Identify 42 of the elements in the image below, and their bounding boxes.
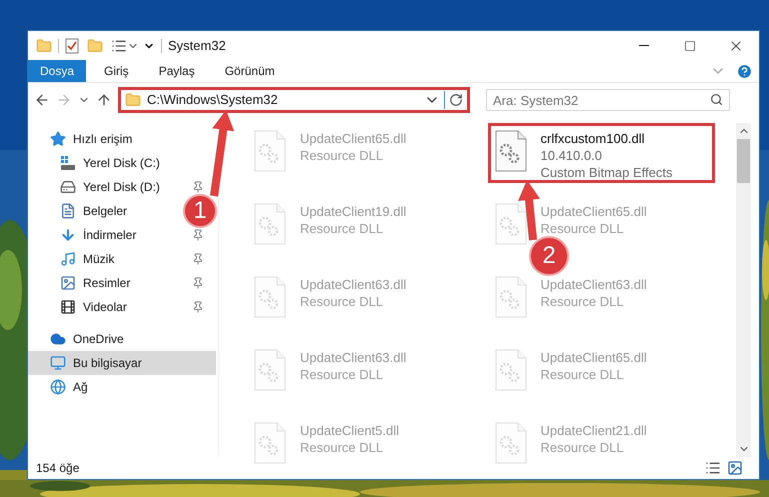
file-detail: Resource DLL — [300, 147, 384, 164]
file-detail: Resource DLL — [300, 293, 384, 310]
file-detail: Custom Bitmap Effects — [540, 164, 672, 181]
file-detail: Resource DLL — [540, 293, 625, 310]
address-path: C:\Windows\System32 — [147, 91, 279, 110]
item-count: 154 öğe — [36, 460, 80, 477]
window-title: System32 — [168, 36, 226, 55]
file-detail: Resource DLL — [300, 439, 384, 456]
file-detail: Resource DLL — [300, 366, 384, 383]
sidebar-item[interactable]: Belgeler — [60, 202, 128, 220]
search-field[interactable]: Ara: System32 — [486, 89, 730, 111]
file-name: UpdateClient63.dll — [300, 276, 406, 293]
file-name: UpdateClient5.dll — [300, 422, 400, 439]
file-detail: Resource DLL — [540, 220, 625, 237]
ribbon-tab[interactable]: Giriş — [92, 60, 141, 82]
sidebar-item[interactable]: Hızlı erişim — [50, 130, 132, 148]
address-bar[interactable]: C:\Windows\System32 — [118, 87, 470, 113]
file-detail: Resource DLL — [540, 439, 625, 456]
file-item[interactable]: crlfxcustom100.dll 10.410.0.0 Custom Bitmap Effects — [488, 123, 714, 183]
ribbon-tab[interactable]: Görünüm — [212, 60, 287, 82]
sidebar-item[interactable]: Bu bilgisayar — [28, 351, 216, 375]
file-name: UpdateClient65.dll — [300, 130, 406, 147]
file-name: UpdateClient21.dll — [540, 422, 647, 439]
file-detail: Resource DLL — [540, 366, 625, 383]
file-name: UpdateClient19.dll — [300, 203, 406, 220]
file-name: UpdateClient65.dll — [540, 349, 647, 366]
sidebar-item[interactable]: Müzik — [60, 250, 114, 268]
file-name: crlfxcustom100.dll — [540, 130, 646, 147]
sidebar-item[interactable]: Resimler — [60, 274, 130, 292]
sidebar-item[interactable]: OneDrive — [50, 330, 124, 348]
sidebar-item[interactable]: Videolar — [60, 298, 127, 316]
file-name: UpdateClient63.dll — [300, 349, 406, 366]
file-detail: Resource DLL — [300, 220, 384, 237]
file-name: UpdateClient63.dll — [540, 276, 647, 293]
sidebar-item[interactable]: İndirmeler — [60, 226, 136, 244]
file-name: UpdateClient65.dll — [540, 203, 647, 220]
sidebar-item[interactable]: Ağ — [50, 378, 88, 396]
ribbon-tab[interactable]: Paylaş — [146, 60, 207, 82]
file-detail: 10.410.0.0 — [540, 147, 603, 164]
sidebar-item[interactable]: Yerel Disk (D:) — [60, 178, 160, 196]
sidebar-item[interactable]: Yerel Disk (C:) — [60, 154, 160, 172]
ribbon-tab[interactable]: Dosya — [28, 60, 86, 82]
